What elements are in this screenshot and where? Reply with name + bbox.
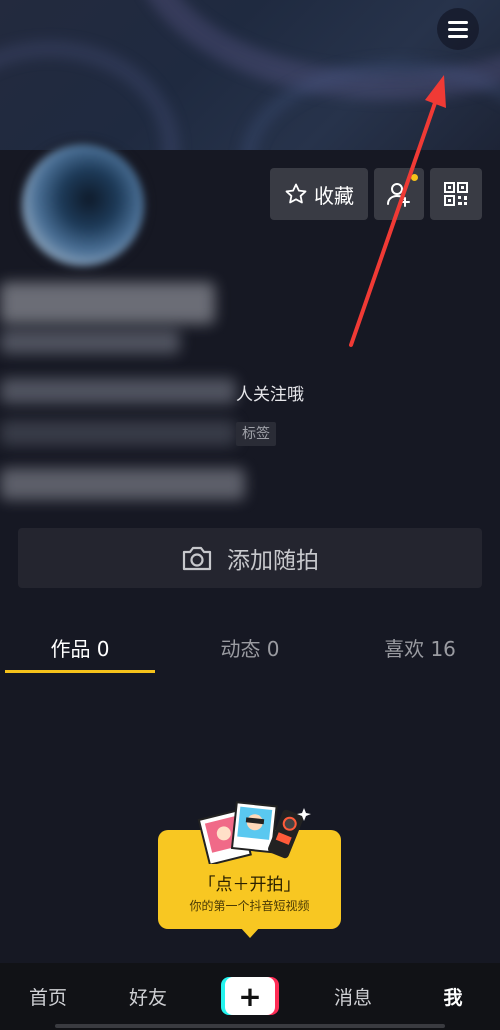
blurred-tags — [0, 420, 236, 446]
profile-cover — [0, 0, 500, 150]
notification-dot — [411, 174, 418, 181]
hamburger-menu-icon[interactable] — [437, 8, 479, 50]
camera-sticker-illustration — [197, 801, 311, 864]
qr-code-button[interactable] — [430, 168, 482, 220]
add-friend-button[interactable] — [374, 168, 424, 220]
home-indicator — [55, 1024, 445, 1028]
favorites-button[interactable]: 收藏 — [270, 168, 368, 220]
nav-messages[interactable]: 消息 — [305, 963, 401, 1030]
profile-tabs: 作品 0 动态 0 喜欢 16 — [0, 620, 500, 680]
promo-bubble-tail — [240, 927, 260, 938]
qr-code-icon — [444, 182, 468, 206]
avatar[interactable] — [18, 140, 148, 270]
star-icon — [285, 183, 307, 204]
cover-decoration — [0, 40, 180, 150]
nav-home[interactable]: 首页 — [0, 963, 96, 1030]
bio-text: 人关注哦 — [236, 385, 304, 405]
promo-subtitle: 你的第一个抖音短视频 — [189, 899, 310, 913]
nav-friends[interactable]: 好友 — [100, 963, 196, 1030]
active-tab-indicator — [5, 670, 155, 673]
blurred-stats — [0, 468, 245, 500]
blurred-user-id — [0, 330, 180, 354]
add-friend-icon — [387, 183, 410, 207]
bottom-nav: 首页 好友 + 消息 我 — [0, 963, 500, 1030]
tab-works[interactable]: 作品 0 — [5, 620, 155, 675]
promo-title: 「点＋开拍」 — [198, 875, 301, 895]
plus-icon: + — [225, 977, 275, 1015]
tab-dynamic[interactable]: 动态 0 — [175, 620, 325, 675]
tab-likes[interactable]: 喜欢 16 — [345, 620, 495, 675]
camera-icon — [182, 546, 212, 571]
create-video-button[interactable]: + — [221, 977, 279, 1015]
add-snapshot-button[interactable]: 添加随拍 — [18, 528, 482, 588]
add-snapshot-label: 添加随拍 — [227, 548, 319, 574]
blurred-bio — [0, 378, 236, 404]
profile-tag[interactable]: 标签 — [236, 422, 276, 446]
favorites-label: 收藏 — [314, 183, 354, 208]
blurred-username — [0, 282, 215, 324]
nav-me[interactable]: 我 — [405, 963, 500, 1030]
